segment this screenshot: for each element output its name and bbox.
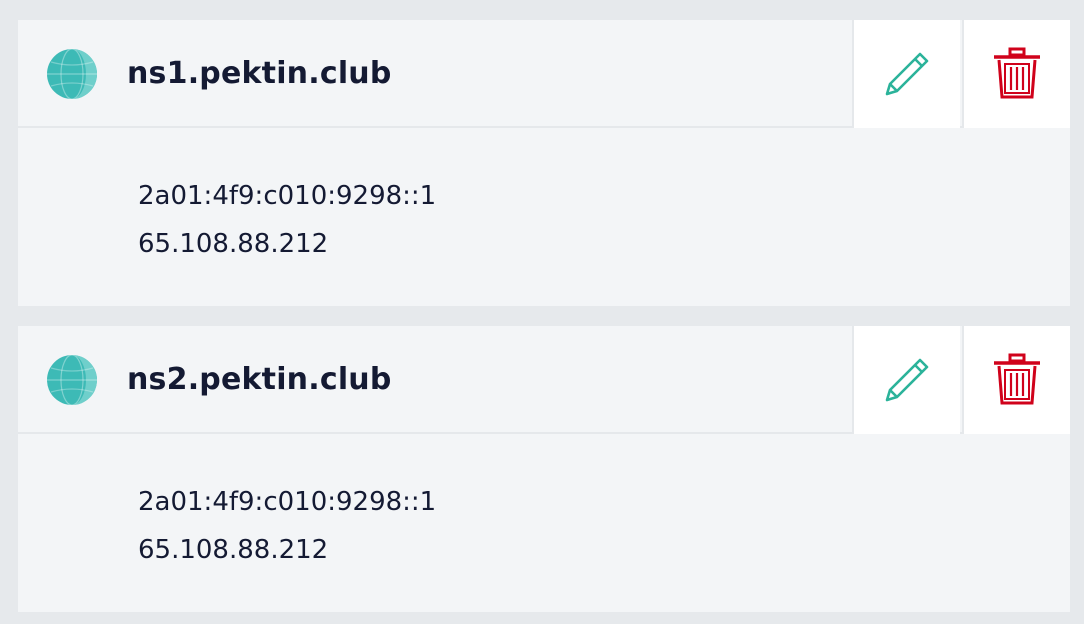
ipv6-address: 2a01:4f9:c010:9298::1 bbox=[138, 181, 437, 211]
ip-address-list: 2a01:4f9:c010:9298::1 65.108.88.212 bbox=[138, 172, 436, 268]
delete-button[interactable] bbox=[962, 20, 1070, 128]
nameserver-card: ns2.pektin.club 2a01:4f9:c010:9298::1 65… bbox=[18, 326, 1070, 612]
edit-button[interactable] bbox=[852, 20, 960, 128]
nameserver-header: ns1.pektin.club bbox=[18, 20, 1070, 128]
ip-address-list: 2a01:4f9:c010:9298::1 65.108.88.212 bbox=[138, 478, 436, 574]
edit-button[interactable] bbox=[852, 326, 960, 434]
nameserver-hostname: ns1.pektin.club bbox=[127, 56, 392, 91]
nameserver-header: ns2.pektin.club bbox=[18, 326, 1070, 434]
pencil-icon bbox=[885, 358, 929, 402]
nameserver-card: ns1.pektin.club 2a01:4f9:c010:9298::1 65… bbox=[18, 20, 1070, 306]
delete-button[interactable] bbox=[962, 326, 1070, 434]
ipv6-address: 2a01:4f9:c010:9298::1 bbox=[138, 487, 437, 517]
ipv4-address: 65.108.88.212 bbox=[138, 229, 329, 259]
ipv4-address: 65.108.88.212 bbox=[138, 535, 329, 565]
globe-icon bbox=[47, 354, 97, 406]
nameserver-hostname: ns2.pektin.club bbox=[127, 362, 392, 397]
pencil-icon bbox=[885, 52, 929, 96]
globe-icon bbox=[47, 48, 97, 100]
trash-icon bbox=[994, 47, 1040, 99]
trash-icon bbox=[994, 353, 1040, 405]
